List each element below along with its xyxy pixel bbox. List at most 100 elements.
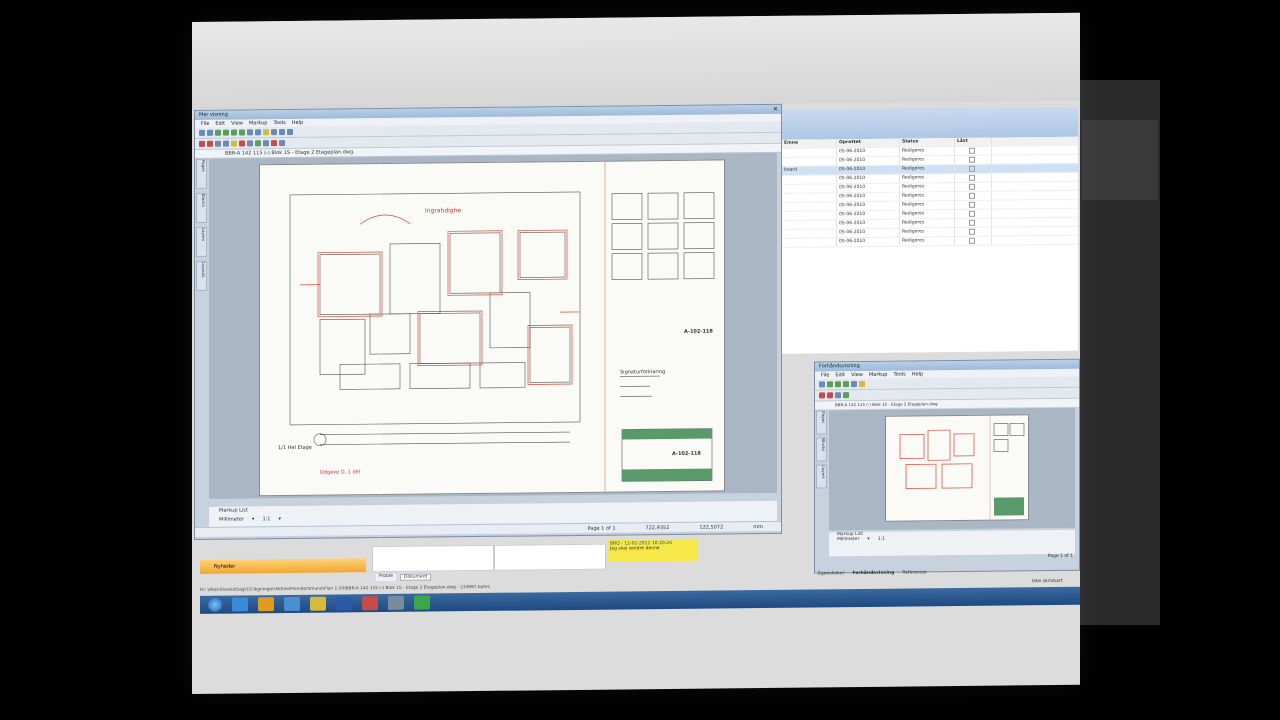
preview-menu-help[interactable]: Help bbox=[912, 370, 923, 378]
open-icon[interactable] bbox=[819, 381, 825, 388]
markup-pen-icon[interactable] bbox=[199, 140, 205, 147]
lock-checkbox[interactable] bbox=[955, 146, 992, 156]
chevron-down-icon[interactable]: ▾ bbox=[867, 537, 869, 542]
drawing-canvas[interactable]: Ingrahdighe Udgave D, 1 del 1/1 Hel Etag… bbox=[209, 152, 777, 499]
explorer-icon[interactable] bbox=[284, 596, 300, 612]
ie-icon[interactable] bbox=[232, 597, 248, 612]
lock-checkbox[interactable] bbox=[955, 200, 992, 210]
units-select[interactable]: Millimeter bbox=[219, 516, 244, 522]
col-status[interactable]: Status bbox=[900, 138, 955, 147]
open-icon[interactable] bbox=[199, 129, 205, 136]
media-player-icon[interactable] bbox=[258, 597, 274, 612]
markup-text-icon[interactable] bbox=[835, 392, 841, 399]
side-tab-blocks[interactable]: Blocks bbox=[196, 192, 207, 223]
zoom-fit-icon[interactable] bbox=[843, 381, 849, 388]
preview-menu-tools[interactable]: Tools bbox=[893, 371, 905, 379]
tab-dokument[interactable]: Dokument bbox=[400, 573, 432, 581]
side-tab-pages[interactable]: Pages bbox=[196, 158, 207, 189]
network-icon[interactable] bbox=[388, 595, 404, 610]
zoom-out-icon[interactable] bbox=[835, 381, 841, 388]
lock-checkbox[interactable] bbox=[955, 173, 992, 183]
menu-edit[interactable]: Edit bbox=[215, 120, 225, 128]
tab-referencer[interactable]: Referencer bbox=[902, 570, 927, 575]
layers-icon[interactable] bbox=[859, 380, 865, 388]
pdf-app-icon[interactable] bbox=[362, 596, 378, 611]
markup-rect-icon[interactable] bbox=[207, 140, 213, 147]
col-last[interactable]: Låst bbox=[955, 137, 992, 147]
lock-checkbox[interactable] bbox=[955, 209, 992, 219]
side-tab-layers[interactable]: Layers bbox=[196, 226, 207, 257]
pan-icon[interactable] bbox=[247, 129, 253, 136]
nav-section-nyheder[interactable]: Nyheder bbox=[200, 558, 366, 574]
preview-canvas[interactable] bbox=[829, 407, 1075, 531]
measure-icon[interactable] bbox=[279, 129, 285, 136]
zoom-in-icon[interactable] bbox=[827, 381, 833, 388]
lock-checkbox[interactable] bbox=[955, 218, 992, 228]
info-icon[interactable] bbox=[287, 128, 293, 136]
table-cell: Redigeres bbox=[900, 174, 955, 183]
outlook-icon[interactable] bbox=[310, 596, 326, 611]
rotate-icon[interactable] bbox=[255, 129, 261, 136]
preview-menu-edit[interactable]: Edit bbox=[835, 371, 845, 379]
preview-menu-markup[interactable]: Markup bbox=[869, 371, 888, 379]
tab-egenskaber[interactable]: Egenskaber bbox=[818, 571, 844, 576]
green-app-icon[interactable] bbox=[414, 595, 430, 610]
preview-side-tab-layers[interactable]: Layers bbox=[816, 464, 827, 489]
lock-checkbox[interactable] bbox=[955, 191, 992, 201]
preview-scale-select[interactable]: 1:1 bbox=[878, 537, 885, 542]
note-sticky[interactable]: BRQ - 12-02-2011 10:20:24 Jeg skal sendr… bbox=[608, 538, 698, 562]
preview-side-tab-blocks[interactable]: Blocks bbox=[816, 437, 827, 462]
screen-blank-area bbox=[192, 12, 1080, 110]
windows-start-icon[interactable] bbox=[208, 597, 222, 612]
chevron-down-icon[interactable]: ▾ bbox=[252, 516, 255, 522]
table-row[interactable]: 05-06-2010 Redigeres bbox=[782, 235, 1078, 248]
tab-forhandsvisning[interactable]: Forhåndsvisning bbox=[852, 571, 894, 576]
menu-view[interactable]: View bbox=[231, 119, 243, 127]
markup-stamp-icon[interactable] bbox=[843, 392, 849, 399]
menu-tools[interactable]: Tools bbox=[273, 119, 285, 127]
col-emne[interactable]: Emne bbox=[782, 139, 837, 148]
lock-checkbox[interactable] bbox=[955, 155, 992, 165]
line-width-icon[interactable] bbox=[279, 140, 285, 147]
table-cell: Redigeres bbox=[900, 228, 955, 237]
side-tab-layouts[interactable]: Layouts bbox=[196, 260, 207, 291]
print-icon[interactable] bbox=[207, 129, 213, 136]
word-icon[interactable] bbox=[336, 596, 352, 611]
markup-stamp-icon[interactable] bbox=[255, 140, 261, 147]
chevron-down-icon[interactable]: ▾ bbox=[278, 516, 281, 522]
zoom-out-icon[interactable] bbox=[223, 129, 229, 136]
markup-rect-icon[interactable] bbox=[827, 392, 833, 399]
compare-icon[interactable] bbox=[271, 129, 277, 136]
preview-menu-view[interactable]: View bbox=[851, 371, 863, 379]
markup-pen-icon[interactable] bbox=[819, 392, 825, 399]
markup-highlight-icon[interactable] bbox=[231, 140, 237, 147]
markup-line-icon[interactable] bbox=[223, 140, 229, 147]
lock-checkbox[interactable] bbox=[955, 182, 992, 192]
markup-arrow-icon[interactable] bbox=[263, 140, 269, 147]
preview-menu-file[interactable]: File bbox=[821, 371, 829, 379]
markup-ellipse-icon[interactable] bbox=[215, 140, 221, 147]
tab-proble[interactable]: Proble bbox=[376, 573, 397, 582]
close-icon[interactable]: ✕ bbox=[773, 105, 778, 114]
menu-file[interactable]: File bbox=[201, 120, 209, 128]
menu-help[interactable]: Help bbox=[292, 119, 303, 127]
menu-markup[interactable]: Markup bbox=[249, 119, 268, 127]
lock-checkbox[interactable] bbox=[955, 236, 992, 246]
table-cell bbox=[782, 202, 837, 211]
col-oprettet[interactable]: Oprettet bbox=[837, 138, 900, 148]
layers-icon[interactable] bbox=[263, 129, 269, 136]
bottom-tabs: Proble Dokument bbox=[376, 573, 432, 582]
preview-side-tab-pages[interactable]: Pages bbox=[816, 410, 827, 435]
pan-icon[interactable] bbox=[851, 381, 857, 388]
zoom-in-icon[interactable] bbox=[215, 129, 221, 136]
zoom-window-icon[interactable] bbox=[239, 129, 245, 136]
markup-color-icon[interactable] bbox=[271, 140, 277, 147]
markup-text-icon[interactable] bbox=[247, 140, 253, 147]
preview-units-select[interactable]: Millimeter bbox=[837, 537, 859, 542]
scale-select[interactable]: 1:1 bbox=[262, 516, 270, 522]
lock-checkbox[interactable] bbox=[955, 164, 992, 174]
zoom-fit-icon[interactable] bbox=[231, 129, 237, 136]
lock-checkbox[interactable] bbox=[955, 227, 992, 237]
table-cell: Redigeres bbox=[900, 219, 955, 228]
markup-cloud-icon[interactable] bbox=[239, 140, 245, 147]
